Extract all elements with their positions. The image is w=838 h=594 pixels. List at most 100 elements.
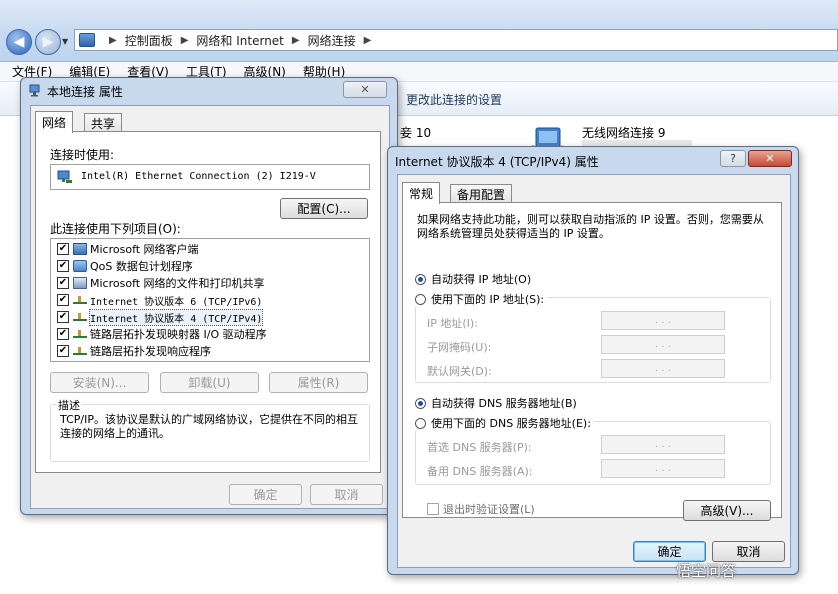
radio-selected[interactable]: [415, 273, 426, 285]
description-text: TCP/IP。该协议是默认的广域网络协议，它提供在不同的相互连接的网络上的通讯。: [60, 413, 358, 440]
radio-unselected[interactable]: [415, 293, 426, 305]
qos-icon: [73, 260, 87, 272]
tab-general[interactable]: 常规: [402, 182, 441, 204]
change-connection-settings-command[interactable]: 更改此连接的设置: [406, 91, 502, 108]
arrow-left-icon: ◀: [13, 34, 25, 50]
auto-ip-radio[interactable]: 自动获得 IP 地址(O): [415, 271, 531, 287]
checkbox-checked[interactable]: ✔: [57, 345, 69, 357]
auto-dns-radio[interactable]: 自动获得 DNS 服务器地址(B): [415, 395, 577, 411]
address-field[interactable]: ▶ 控制面板 ▶ 网络和 Internet ▶ 网络连接 ▶: [74, 29, 838, 51]
chevron-right-icon: ▶: [363, 34, 372, 46]
list-item-label-selected: Internet 协议版本 4 (TCP/IPv4): [88, 308, 264, 326]
help-icon: ?: [730, 152, 736, 165]
history-dropdown-icon[interactable]: ▼: [62, 37, 68, 46]
back-button[interactable]: ◀: [6, 29, 32, 55]
manual-dns-label: 使用下面的 DNS 服务器地址(E):: [431, 417, 591, 430]
default-gateway-input[interactable]: . . .: [601, 359, 725, 378]
protocol-icon: [73, 296, 87, 304]
items-list[interactable]: ✔ Microsoft 网络客户端 ✔ QoS 数据包计划程序 ✔ Micros…: [50, 238, 370, 362]
uninstall-button[interactable]: 卸载(U): [160, 372, 259, 393]
description-legend: 描述: [56, 397, 82, 413]
tab-network[interactable]: 网络: [35, 111, 74, 133]
forward-button[interactable]: ▶: [35, 29, 61, 55]
advanced-button[interactable]: 高级(V)...: [683, 500, 771, 521]
manual-dns-radio[interactable]: 使用下面的 DNS 服务器地址(E):: [415, 415, 594, 431]
install-button[interactable]: 安装(N)...: [50, 372, 149, 393]
alternate-dns-label: 备用 DNS 服务器(A):: [427, 465, 533, 478]
ok-button[interactable]: 确定: [229, 484, 302, 505]
radio-selected[interactable]: [415, 397, 426, 409]
network-adapter-icon: [29, 84, 40, 97]
cancel-button[interactable]: 取消: [712, 541, 785, 562]
default-gateway-label: 默认网关(D):: [427, 365, 492, 378]
dialog-body: 常规 备用配置 如果网络支持此功能，则可以获取自动指派的 IP 设置。否则，您需…: [397, 174, 791, 568]
close-button[interactable]: ✕: [748, 150, 792, 167]
items-label: 此连接使用下列项目(O):: [50, 222, 181, 236]
ip-address-input[interactable]: . . .: [601, 311, 725, 330]
validate-on-exit-label: 退出时验证设置(L): [443, 503, 535, 516]
connect-using-label: 连接时使用:: [50, 148, 115, 162]
protocol-icon: [73, 347, 87, 355]
protocol-icon: [73, 330, 87, 338]
list-item[interactable]: ✔ 链路层拓扑发现映射器 I/O 驱动程序: [57, 326, 267, 342]
breadcrumb-control-panel[interactable]: 控制面板: [125, 32, 173, 49]
checkbox-checked[interactable]: ✔: [57, 328, 69, 340]
list-item-label: 链路层拓扑发现响应程序: [90, 345, 211, 358]
list-item[interactable]: ✔ Microsoft 网络的文件和打印机共享: [57, 275, 265, 291]
ok-button[interactable]: 确定: [633, 541, 706, 562]
tab-panel-general: 如果网络支持此功能，则可以获取自动指派的 IP 设置。否则，您需要从网络系统管理…: [402, 202, 782, 521]
window-title: 本地连接 属性: [47, 85, 123, 99]
control-panel-icon: [79, 33, 95, 47]
ip-address-label: IP 地址(I):: [427, 317, 478, 330]
list-item[interactable]: ✔ Internet 协议版本 4 (TCP/IPv4): [57, 308, 264, 326]
close-button[interactable]: ✕: [343, 81, 387, 98]
breadcrumb-network-internet[interactable]: 网络和 Internet: [196, 32, 283, 49]
dialog-body: 网络 共享 连接时使用: Intel(R) Ethernet Connectio…: [30, 105, 390, 509]
checkbox-checked[interactable]: ✔: [57, 243, 69, 255]
list-item[interactable]: ✔ QoS 数据包计划程序: [57, 258, 193, 274]
properties-button[interactable]: 属性(R): [269, 372, 368, 393]
checkbox-checked[interactable]: ✔: [57, 277, 69, 289]
validate-on-exit-checkbox[interactable]: 退出时验证设置(L): [427, 501, 535, 517]
list-item[interactable]: ✔ 链路层拓扑发现响应程序: [57, 343, 211, 359]
checkbox-checked[interactable]: ✔: [57, 311, 69, 323]
wireless-connection-name[interactable]: 无线网络连接 9: [582, 124, 665, 141]
radio-unselected[interactable]: [415, 417, 426, 429]
subnet-mask-label: 子网掩码(U):: [427, 341, 492, 354]
ipv4-properties-window: Internet 协议版本 4 (TCP/IPv4) 属性 ? ✕ 常规 备用配…: [387, 146, 799, 575]
tab-sharing[interactable]: 共享: [84, 113, 123, 133]
checkbox-unchecked[interactable]: [427, 503, 439, 515]
manual-ip-label: 使用下面的 IP 地址(S):: [431, 293, 545, 306]
list-item-label: QoS 数据包计划程序: [90, 260, 193, 273]
tab-panel-network: 连接时使用: Intel(R) Ethernet Connection (2) …: [35, 131, 381, 473]
preferred-dns-label: 首选 DNS 服务器(P):: [427, 441, 532, 454]
list-item-label: Microsoft 网络的文件和打印机共享: [90, 277, 265, 290]
protocol-icon: [73, 313, 87, 321]
adapter-box: Intel(R) Ethernet Connection (2) I219-V: [50, 164, 370, 190]
ethernet-adapter-icon: [57, 170, 72, 183]
breadcrumb-network-connections[interactable]: 网络连接: [308, 32, 356, 49]
configure-button[interactable]: 配置(C)...: [280, 198, 368, 219]
list-item[interactable]: ✔ Microsoft 网络客户端: [57, 241, 199, 257]
cancel-button[interactable]: 取消: [310, 484, 383, 505]
help-button[interactable]: ?: [720, 150, 746, 167]
adapter-name: Intel(R) Ethernet Connection (2) I219-V: [81, 171, 316, 182]
manual-ip-radio[interactable]: 使用下面的 IP 地址(S):: [415, 291, 548, 307]
list-item[interactable]: ✔ Internet 协议版本 6 (TCP/IPv6): [57, 292, 262, 308]
arrow-right-icon: ▶: [42, 34, 54, 50]
subnet-mask-input[interactable]: . . .: [601, 335, 725, 354]
checkbox-checked[interactable]: ✔: [57, 294, 69, 306]
chevron-right-icon: ▶: [291, 34, 300, 46]
intro-text: 如果网络支持此功能，则可以获取自动指派的 IP 设置。否则，您需要从网络系统管理…: [417, 213, 764, 240]
preferred-dns-input[interactable]: . . .: [601, 435, 725, 454]
connection-10-label[interactable]: 妾 10: [400, 124, 431, 141]
chevron-right-icon: ▶: [180, 34, 189, 46]
checkbox-checked[interactable]: ✔: [57, 260, 69, 272]
close-icon: ✕: [360, 83, 370, 96]
tab-alternate-config[interactable]: 备用配置: [450, 184, 513, 204]
alternate-dns-input[interactable]: . . .: [601, 459, 725, 478]
auto-dns-label: 自动获得 DNS 服务器地址(B): [431, 397, 577, 410]
list-item-label: Internet 协议版本 6 (TCP/IPv6): [90, 296, 263, 308]
list-item-label: Microsoft 网络客户端: [90, 243, 199, 256]
close-icon: ✕: [765, 152, 775, 165]
